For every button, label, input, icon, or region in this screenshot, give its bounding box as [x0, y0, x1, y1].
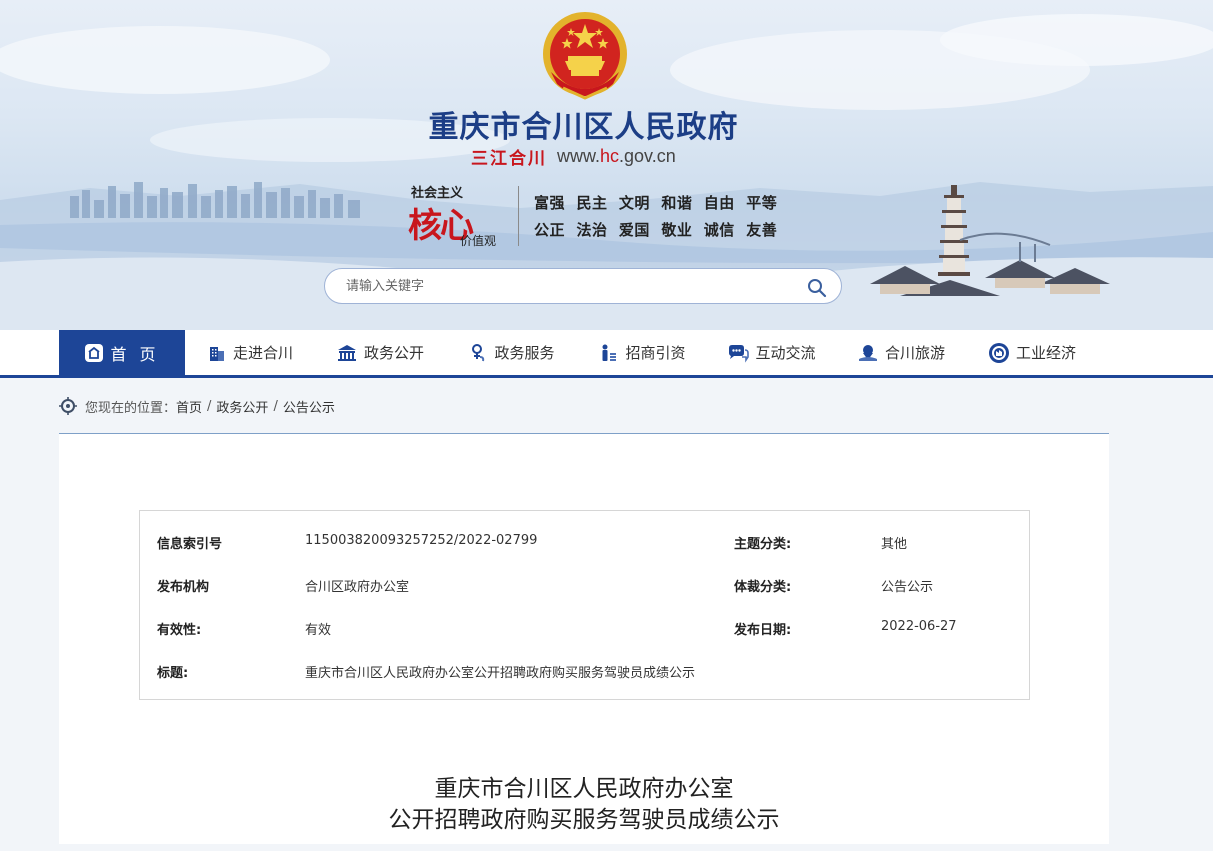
nav-item-government-affairs[interactable]: 政务公开: [315, 330, 445, 375]
publish-date-label: 发布日期:: [734, 623, 792, 638]
investment-icon: [602, 344, 617, 361]
breadcrumb-government-affairs-link[interactable]: 政务公开: [216, 397, 268, 416]
breadcrumb-home-link[interactable]: 首页: [176, 397, 202, 416]
breadcrumb-prefix: 您现在的位置：: [85, 400, 177, 416]
site-title: 重庆市合川区人民政府: [428, 110, 739, 145]
search-icon[interactable]: [807, 278, 827, 298]
nav-item-industrial-economy[interactable]: 工业经济: [966, 330, 1098, 375]
nav-item-government-services[interactable]: 政务服务: [445, 330, 578, 375]
search-bar: [324, 268, 842, 304]
genre-label: 体裁分类:: [734, 580, 792, 595]
nav-item-about-hechuan[interactable]: 走进合川: [185, 330, 315, 375]
publish-date-value: 2022-06-27: [881, 619, 957, 634]
slogan-text: 三江合川: [471, 148, 547, 169]
main-navigation: 首 页 走进合川 政务公开 政务服务 招商引资 互动交流 合川旅游 工业经济: [0, 330, 1213, 378]
title-value: 重庆市合川区人民政府办公室公开招聘政府购买服务驾驶员成绩公示: [305, 666, 696, 681]
document-info-table: 信息索引号 115003820093257252/2022-02799 主题分类…: [139, 510, 1030, 700]
topic-value: 其他: [881, 537, 908, 552]
divider: [518, 186, 519, 246]
nav-item-interaction[interactable]: 互动交流: [707, 330, 836, 375]
index-number-label: 信息索引号: [157, 537, 223, 552]
breadcrumb-separator: /: [273, 398, 278, 414]
national-emblem-icon: [543, 12, 627, 100]
breadcrumb-separator: /: [207, 398, 212, 414]
publisher-label: 发布机构: [157, 580, 210, 595]
search-input[interactable]: [346, 271, 786, 301]
location-icon: [59, 397, 77, 415]
document-title: 重庆市合川区人民政府办公室 公开招聘政府购买服务驾驶员成绩公示: [388, 776, 780, 833]
genre-value: 公告公示: [881, 580, 934, 595]
topic-label: 主题分类:: [734, 537, 792, 552]
nav-item-tourism[interactable]: 合川旅游: [836, 330, 966, 375]
title-label: 标题:: [157, 666, 189, 681]
service-person-icon: [472, 343, 485, 361]
breadcrumb-announcements-link[interactable]: 公告公示: [283, 397, 335, 416]
travel-icon: [858, 344, 877, 361]
core-values-logo: 社会主义 核心 价值观: [408, 186, 497, 248]
nav-item-home[interactable]: 首 页: [59, 330, 185, 375]
chat-icon: [729, 344, 750, 363]
index-number-value: 115003820093257252/2022-02799: [305, 533, 538, 548]
publisher-value: 合川区政府办公室: [305, 580, 410, 595]
home-icon: [85, 343, 104, 362]
nav-item-investment[interactable]: 招商引资: [578, 330, 707, 375]
breadcrumb: 您现在的位置： 首页 / 政务公开 / 公告公示: [59, 392, 335, 420]
site-url: www.hc.gov.cn: [557, 145, 676, 166]
validity-label: 有效性:: [157, 623, 202, 638]
government-hall-icon: [337, 344, 356, 361]
core-values-text: 富强 民主 文明 和谐 自由 平等 公正 法治 爱国 敬业 诚信 友善: [534, 194, 778, 239]
validity-value: 有效: [305, 623, 332, 638]
industry-icon: [988, 342, 1009, 363]
building-icon: [209, 346, 224, 361]
site-slogan-row: 三江合川 www.hc.gov.cn: [471, 144, 676, 169]
article-content: 信息索引号 115003820093257252/2022-02799 主题分类…: [59, 434, 1109, 844]
site-header: 重庆市合川区人民政府 三江合川 www.hc.gov.cn 社会主义 核心 价值…: [0, 0, 1213, 330]
core-values-banner: 社会主义 核心 价值观 富强 民主 文明 和谐 自由 平等 公正 法治 爱国 敬…: [408, 182, 777, 250]
